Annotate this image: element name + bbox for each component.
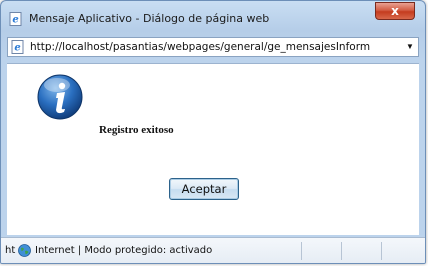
- security-zone-text: Internet | Modo protegido: activado: [35, 245, 213, 256]
- ie-page-icon: e: [11, 40, 24, 54]
- dialog-content: Registro exitoso Aceptar: [7, 63, 419, 235]
- close-icon: x: [391, 4, 399, 18]
- chevron-down-icon[interactable]: ▼: [405, 41, 415, 53]
- info-icon: [37, 74, 83, 120]
- address-bar[interactable]: e http://localhost/pasantias/webpages/ge…: [7, 37, 419, 57]
- ie-page-icon: e: [9, 12, 22, 26]
- message-text: Registro exitoso: [99, 124, 174, 136]
- address-url[interactable]: http://localhost/pasantias/webpages/gene…: [30, 41, 370, 53]
- window-title: Mensaje Aplicativo - Diálogo de página w…: [29, 12, 270, 25]
- status-divider: [341, 242, 342, 260]
- dialog-window: e Mensaje Aplicativo - Diálogo de página…: [0, 0, 426, 264]
- globe-icon: [18, 244, 31, 257]
- status-bar: ht Internet | Modo protegido: activado: [1, 237, 425, 263]
- svg-text:e: e: [12, 15, 18, 26]
- title-bar[interactable]: e Mensaje Aplicativo - Diálogo de página…: [1, 1, 425, 37]
- accept-button[interactable]: Aceptar: [169, 178, 239, 200]
- status-divider: [381, 242, 382, 260]
- close-button[interactable]: x: [375, 2, 415, 20]
- status-divider: [301, 242, 302, 260]
- status-prefix: ht: [5, 245, 16, 256]
- svg-text:e: e: [14, 43, 20, 54]
